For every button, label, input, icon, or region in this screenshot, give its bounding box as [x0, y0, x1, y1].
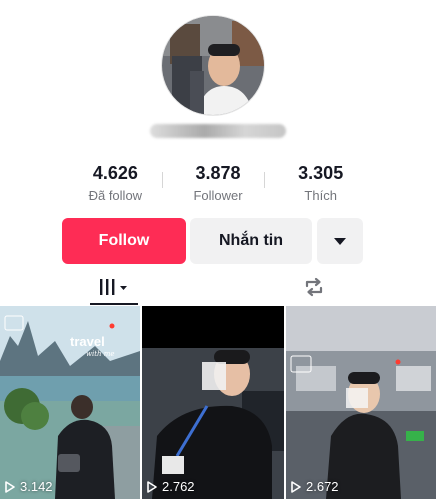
likes-count: 3.305	[298, 163, 344, 183]
view-count-text: 3.142	[20, 479, 53, 494]
video-thumbnail-image: travel with me	[0, 306, 140, 499]
stat-following[interactable]: 4.626 Đã follow	[64, 162, 167, 210]
svg-text:travel: travel	[70, 334, 105, 349]
play-icon	[291, 480, 301, 493]
active-tab-indicator	[90, 303, 138, 305]
video-thumbnail[interactable]: 2.762	[142, 306, 284, 499]
message-button[interactable]: Nhắn tin	[190, 218, 312, 264]
followers-count: 3.878	[195, 163, 241, 183]
action-buttons: Follow Nhắn tin	[0, 218, 436, 264]
profile-avatar[interactable]	[161, 15, 265, 116]
profile-tabs	[0, 270, 436, 306]
caret-down-icon	[334, 237, 346, 245]
profile-stats: 4.626 Đã follow 3.878 Follower 3.305 Thí…	[64, 162, 372, 210]
following-label: Đã follow	[88, 188, 143, 203]
following-count: 4.626	[92, 163, 138, 183]
likes-label: Thích	[304, 188, 337, 203]
video-thumbnail-image	[142, 306, 284, 499]
tab-videos[interactable]	[90, 270, 138, 304]
view-count-text: 2.672	[306, 479, 339, 494]
more-options-button[interactable]	[317, 218, 363, 264]
video-thumbnail-image	[286, 306, 436, 499]
stat-likes[interactable]: 3.305 Thích	[269, 162, 372, 210]
stat-followers[interactable]: 3.878 Follower	[167, 162, 270, 210]
svg-text:with me: with me	[86, 350, 115, 358]
play-icon	[147, 480, 157, 493]
video-grid: travel with me 3.142 2.762 2.672	[0, 306, 436, 499]
video-grid-icon	[100, 279, 127, 295]
view-count: 2.672	[290, 479, 339, 494]
view-count: 3.142	[4, 479, 53, 494]
avatar-photo	[162, 16, 264, 115]
tab-repost[interactable]	[298, 270, 330, 304]
video-thumbnail[interactable]: 2.672	[286, 306, 436, 499]
view-count: 2.762	[146, 479, 195, 494]
stat-divider	[264, 172, 265, 188]
follow-button[interactable]: Follow	[62, 218, 186, 264]
view-count-text: 2.762	[162, 479, 195, 494]
play-icon	[5, 480, 15, 493]
followers-label: Follower	[193, 188, 243, 203]
username	[150, 124, 286, 138]
stat-divider	[162, 172, 163, 188]
repost-icon	[305, 277, 323, 297]
video-thumbnail[interactable]: travel with me 3.142	[0, 306, 140, 499]
